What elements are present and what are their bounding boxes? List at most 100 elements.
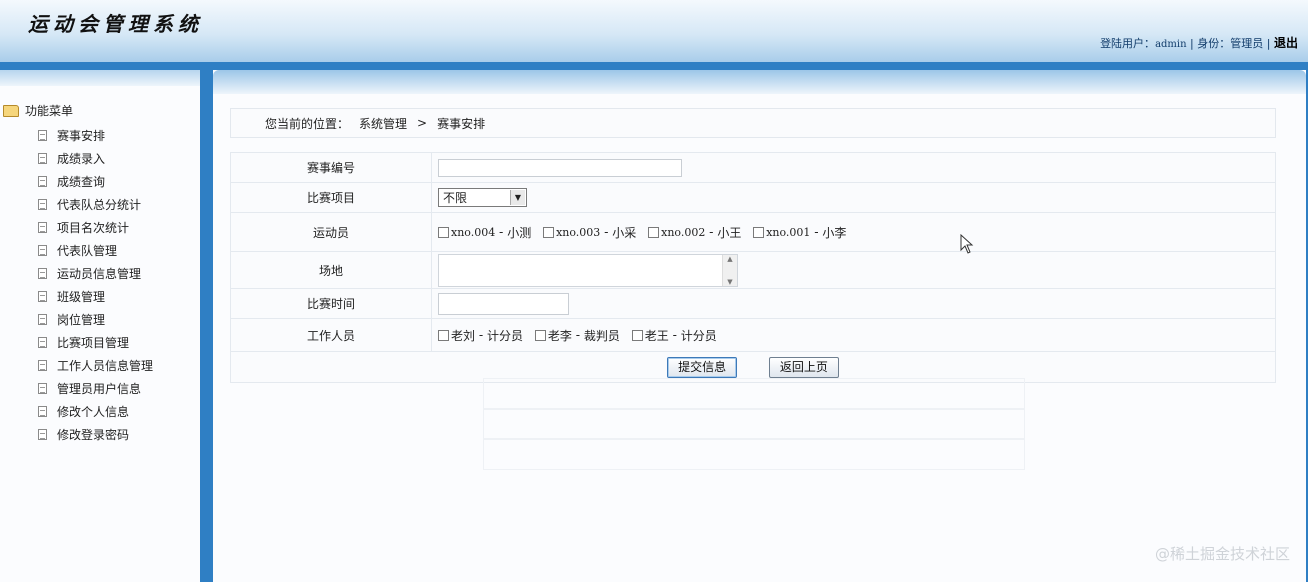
document-icon	[38, 199, 47, 210]
checkbox[interactable]	[534, 329, 546, 341]
back-button[interactable]: 返回上页	[768, 356, 839, 378]
athlete-option[interactable]: xno.004 - 小测	[438, 224, 531, 241]
document-icon	[38, 268, 47, 279]
sidebar-item-event-schedule[interactable]: 赛事安排	[38, 124, 153, 147]
menu-root-label: 功能菜单	[25, 104, 74, 118]
staff-cell: 老刘 - 计分员 老李 - 裁判员 老王 - 计分员	[431, 318, 1276, 352]
athlete-code: xno.001	[766, 225, 811, 239]
breadcrumb-page: 赛事安排	[437, 116, 486, 131]
athlete-option[interactable]: xno.002 - 小王	[648, 224, 741, 241]
event-item-cell: 不限 ▼	[431, 182, 1276, 213]
sidebar-item-label: 项目名次统计	[57, 221, 130, 235]
submit-button[interactable]: 提交信息	[667, 356, 738, 378]
sidebar-item-label: 工作人员信息管理	[57, 359, 154, 373]
sidebar-item-ranking-stats[interactable]: 项目名次统计	[38, 216, 153, 239]
staff-name: 老李	[547, 328, 572, 343]
form-row-staff: 工作人员 老刘 - 计分员 老李 - 裁判员 老王 - 计分员	[230, 318, 1276, 352]
checkbox[interactable]	[438, 226, 449, 238]
sidebar-item-label: 运动员信息管理	[57, 267, 142, 281]
sidebar-item-label: 赛事安排	[57, 129, 106, 143]
role-label: 身份：	[1197, 37, 1231, 50]
checkbox[interactable]	[648, 226, 660, 238]
logout-link[interactable]: 退出	[1274, 36, 1298, 50]
menu-root[interactable]: 功能菜单	[3, 102, 73, 119]
match-time-cell	[431, 288, 1276, 319]
menu-list: 赛事安排 成绩录入 成绩查询 代表队总分统计 项目名次统计 代表队管理 运动员信…	[38, 124, 153, 446]
staff-name: 老王	[644, 328, 669, 343]
ghost-grid	[483, 438, 1025, 470]
sidebar-item-label: 班级管理	[57, 290, 106, 304]
dash: -	[575, 328, 581, 342]
event-form: 赛事编号 比赛项目 不限 ▼ 运动员 xno.004 - 小测 xno.003 …	[230, 152, 1276, 383]
staff-role: 裁判员	[583, 328, 620, 343]
event-item-select[interactable]: 不限 ▼	[438, 188, 527, 207]
sidebar-item-post-management[interactable]: 岗位管理	[38, 308, 153, 331]
sidebar-item-label: 代表队管理	[57, 244, 118, 258]
sidebar-item-score-entry[interactable]: 成绩录入	[38, 147, 153, 170]
staff-option[interactable]: 老王 - 计分员	[631, 327, 717, 344]
athlete-name: 小李	[822, 225, 847, 240]
textarea-scrollbar[interactable]: ▲ ▼	[722, 254, 737, 286]
form-row-athletes: 运动员 xno.004 - 小测 xno.003 - 小采 xno.002 - …	[230, 212, 1276, 252]
sidebar-item-team-management[interactable]: 代表队管理	[38, 239, 153, 262]
main-panel: 您当前的位置： 系统管理 > 赛事安排 赛事编号 比赛项目 不限 ▼ 运动员 x…	[213, 70, 1306, 582]
athletes-label: 运动员	[230, 212, 432, 252]
match-time-label: 比赛时间	[230, 288, 432, 319]
sidebar-item-score-query[interactable]: 成绩查询	[38, 170, 153, 193]
breadcrumb-section: 系统管理	[359, 116, 408, 131]
staff-option[interactable]: 老李 - 裁判员	[534, 327, 620, 344]
checkbox[interactable]	[631, 329, 643, 341]
form-row-match-time: 比赛时间	[230, 288, 1276, 319]
athlete-name: 小王	[717, 225, 742, 240]
username: admin	[1155, 39, 1187, 50]
header-band	[0, 62, 1308, 70]
athlete-code: xno.004	[451, 225, 496, 239]
mouse-cursor-icon	[960, 234, 974, 254]
scroll-down-icon[interactable]: ▼	[727, 278, 732, 286]
dash: -	[499, 225, 504, 239]
event-id-input[interactable]	[438, 158, 682, 177]
document-icon	[38, 222, 47, 233]
dash: -	[709, 225, 714, 239]
sidebar-item-event-item-management[interactable]: 比赛项目管理	[38, 331, 153, 354]
sidebar-item-admin-users[interactable]: 管理员用户信息	[38, 377, 153, 400]
document-icon	[38, 429, 47, 440]
match-time-input[interactable]	[438, 292, 569, 315]
sidebar-item-label: 成绩录入	[57, 152, 106, 166]
ghost-grid	[483, 408, 1025, 440]
dash: -	[814, 225, 819, 239]
dash: -	[672, 328, 677, 342]
venue-cell: ▲ ▼	[431, 251, 1276, 289]
event-item-label: 比赛项目	[230, 182, 432, 213]
sidebar-item-change-password[interactable]: 修改登录密码	[38, 423, 153, 446]
app-title: 运动会管理系统	[28, 12, 203, 36]
role-value: 管理员	[1230, 37, 1264, 50]
ghost-grid	[483, 378, 1025, 410]
sidebar-item-edit-profile[interactable]: 修改个人信息	[38, 400, 153, 423]
event-id-cell	[431, 152, 1276, 183]
athlete-code: xno.002	[661, 225, 706, 239]
dropdown-arrow-icon: ▼	[510, 190, 525, 205]
athlete-option[interactable]: xno.001 - 小李	[753, 224, 846, 241]
dash: -	[478, 328, 484, 342]
sidebar-item-class-management[interactable]: 班级管理	[38, 285, 153, 308]
watermark: @稀土掘金技术社区	[1154, 545, 1290, 563]
athletes-cell: xno.004 - 小测 xno.003 - 小采 xno.002 - 小王 x…	[431, 212, 1276, 252]
sidebar: 功能菜单 赛事安排 成绩录入 成绩查询 代表队总分统计 项目名次统计 代表队管理…	[0, 70, 200, 582]
sidebar-item-label: 代表队总分统计	[57, 198, 142, 212]
sidebar-item-athlete-management[interactable]: 运动员信息管理	[38, 262, 153, 285]
staff-label: 工作人员	[230, 318, 432, 352]
venue-label: 场地	[230, 251, 432, 289]
staff-option[interactable]: 老刘 - 计分员	[438, 327, 523, 344]
checkbox[interactable]	[543, 226, 555, 238]
venue-textarea[interactable]: ▲ ▼	[438, 253, 738, 287]
document-icon	[38, 130, 47, 141]
checkbox[interactable]	[438, 329, 449, 341]
athlete-option[interactable]: xno.003 - 小采	[543, 224, 636, 241]
scroll-up-icon[interactable]: ▲	[727, 255, 732, 263]
athlete-name: 小采	[612, 225, 637, 240]
checkbox[interactable]	[753, 226, 765, 238]
sidebar-item-team-total-stats[interactable]: 代表队总分统计	[38, 193, 153, 216]
breadcrumb-prefix: 您当前的位置：	[265, 116, 350, 131]
sidebar-item-staff-management[interactable]: 工作人员信息管理	[38, 354, 153, 377]
